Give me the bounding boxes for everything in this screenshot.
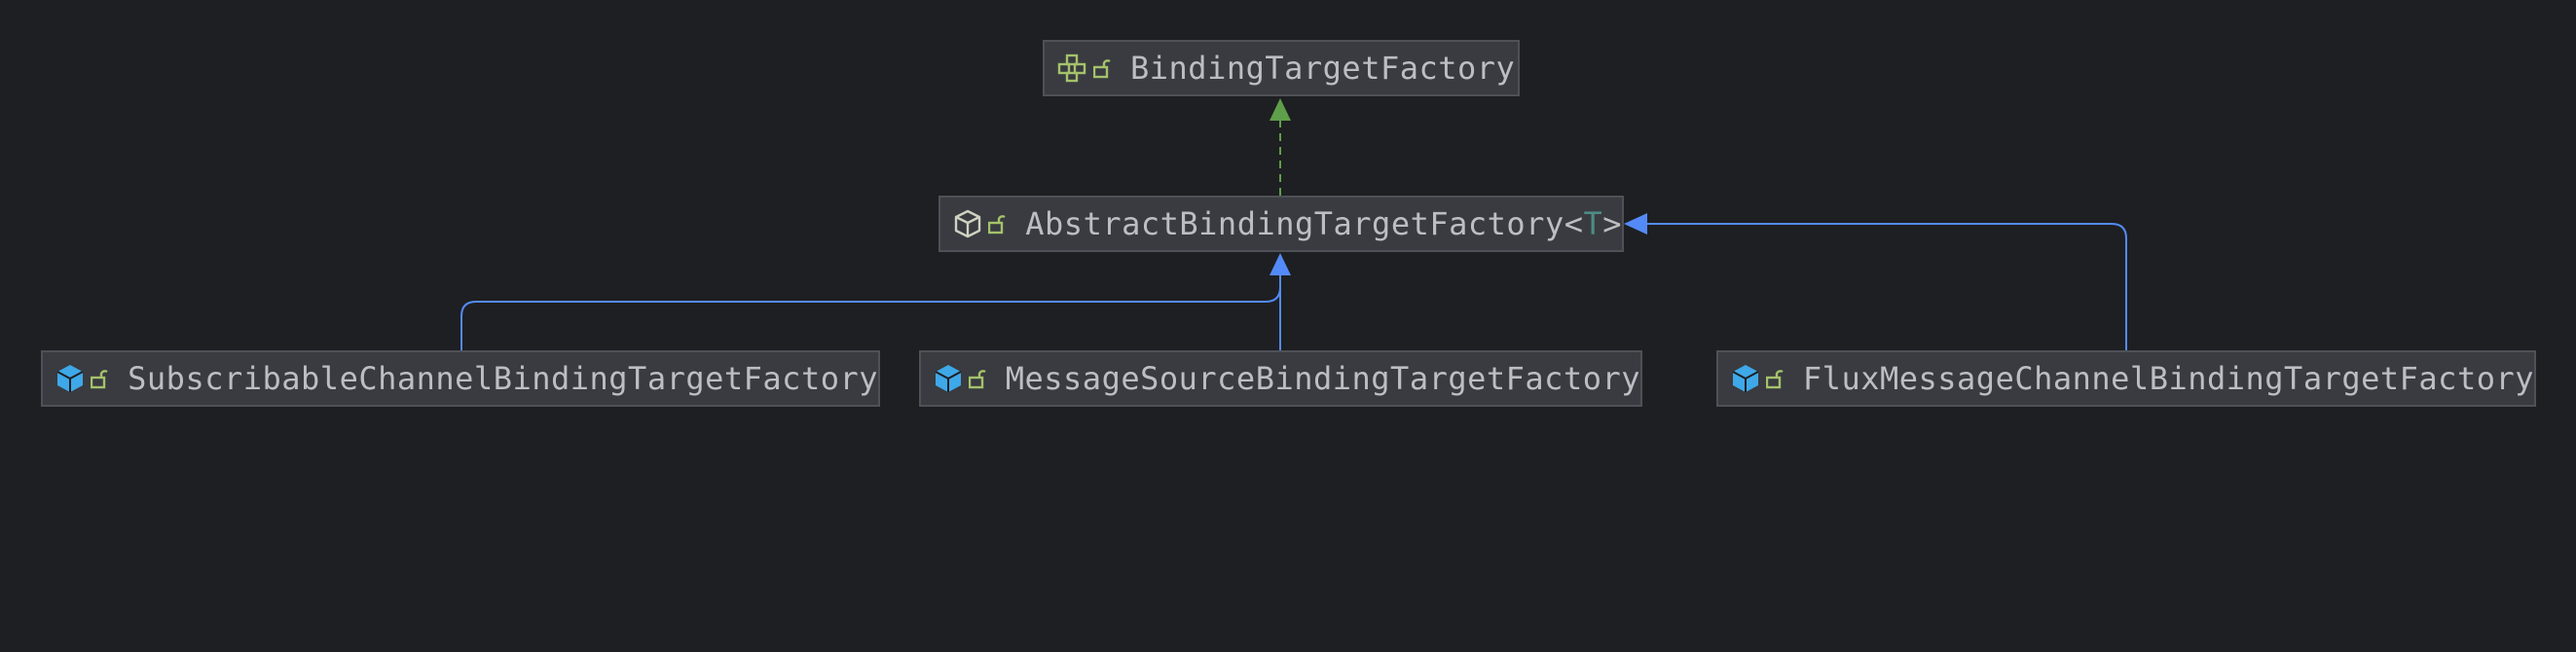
abstract-class-icon (952, 208, 983, 239)
edge-extends-flux (1647, 223, 2127, 350)
node-message-source-binding-target-factory[interactable]: MessageSourceBindingTargetFactory (919, 350, 1642, 407)
unlock-icon (89, 363, 110, 394)
node-abstract-binding-target-factory[interactable]: AbstractBindingTargetFactory<T> (938, 196, 1624, 252)
arrowhead-implements (1270, 98, 1291, 121)
class-name: MessageSourceBindingTargetFactory (1005, 360, 1640, 397)
class-name: AbstractBindingTargetFactory<T> (1025, 205, 1622, 242)
unlock-icon (987, 208, 1009, 239)
arrowhead-extends-side (1624, 213, 1647, 235)
class-icon (55, 363, 85, 394)
type-parameter: T (1583, 205, 1603, 242)
class-icon (1730, 363, 1760, 394)
class-name: SubscribableChannelBindingTargetFactory (128, 360, 878, 397)
unlock-icon (967, 363, 987, 394)
unlock-icon (1091, 53, 1113, 84)
node-subscribable-channel-binding-target-factory[interactable]: SubscribableChannelBindingTargetFactory (41, 350, 880, 407)
node-binding-target-factory[interactable]: BindingTargetFactory (1043, 40, 1520, 96)
class-name: FluxMessageChannelBindingTargetFactory (1802, 360, 2534, 397)
class-icon (933, 363, 963, 394)
interface-icon (1056, 53, 1087, 84)
diagram-canvas: BindingTargetFactory AbstractBindingTarg… (0, 0, 2576, 652)
unlock-icon (1764, 363, 1785, 394)
node-flux-message-channel-binding-target-factory[interactable]: FluxMessageChannelBindingTargetFactory (1716, 350, 2536, 407)
class-name: BindingTargetFactory (1130, 50, 1516, 87)
edge-extends-subscribable (460, 274, 1281, 350)
inheritance-edges (460, 98, 2127, 350)
arrowhead-extends-bottom (1270, 253, 1291, 275)
